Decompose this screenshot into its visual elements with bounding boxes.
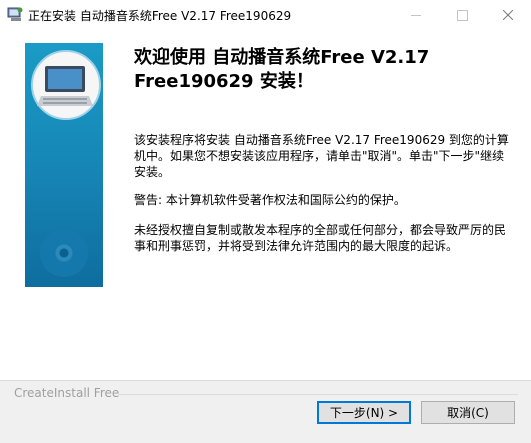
title-bar: 正在安装 自动播音系统Free V2.17 Free190629 [0, 0, 531, 30]
disc-icon [40, 229, 88, 277]
maximize-button[interactable] [439, 0, 485, 30]
separator [0, 380, 531, 381]
next-button[interactable]: 下一步(N) > [317, 401, 411, 424]
window-title: 正在安装 自动播音系统Free V2.17 Free190629 [28, 9, 292, 23]
footer-divider [118, 394, 518, 395]
computer-logo-icon [31, 50, 101, 120]
minimize-button[interactable] [393, 0, 439, 30]
installer-app-icon [7, 7, 23, 21]
warning-paragraph: 警告: 本计算机软件受著作权法和国际公约的保护。 [134, 193, 406, 207]
maximize-icon [456, 9, 468, 21]
close-button[interactable] [485, 0, 531, 30]
heading-line-1: 欢迎使用 自动播音系统Free V2.17 [134, 47, 430, 68]
minimize-icon [411, 14, 421, 16]
heading-line-2: Free190629 安装！ [134, 71, 314, 92]
footer-brand: CreateInstall Free [14, 386, 120, 400]
legal-paragraph: 未经授权擅自复制或散发本程序的全部或任何部分，都会导致严厉的民事和刑事惩罚，并将… [134, 223, 507, 253]
cancel-button[interactable]: 取消(C) [421, 401, 515, 424]
welcome-panel: 欢迎使用 自动播音系统Free V2.17 Free190629 安装！ 该安装… [0, 30, 531, 380]
side-banner [25, 43, 103, 287]
intro-paragraph: 该安装程序将安装 自动播音系统Free V2.17 Free190629 到您的… [134, 133, 509, 179]
welcome-heading: 欢迎使用 自动播音系统Free V2.17 Free190629 安装！ [134, 46, 514, 94]
close-icon [503, 10, 513, 20]
